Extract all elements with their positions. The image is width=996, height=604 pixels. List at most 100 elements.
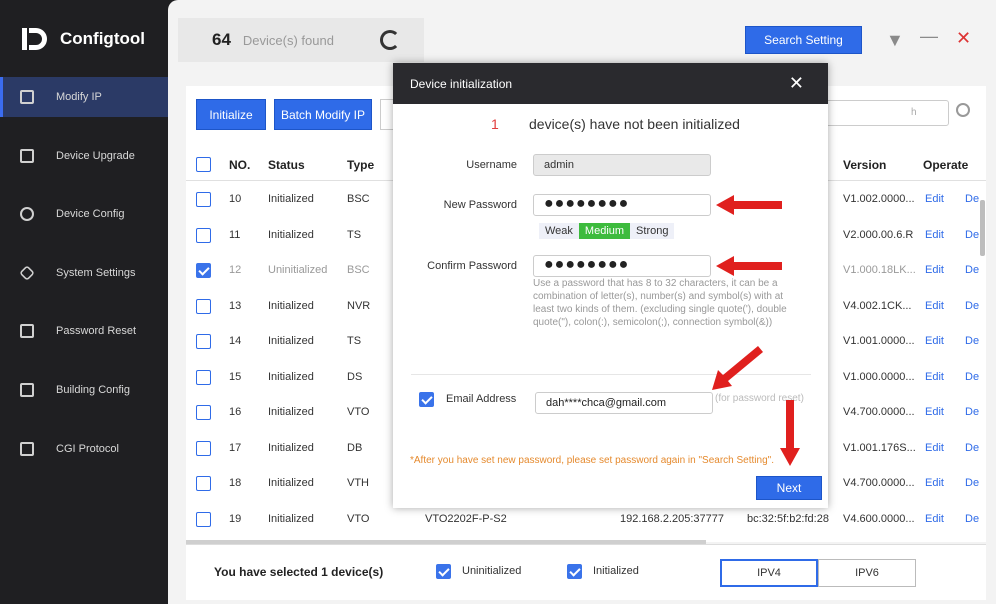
row-edit-link[interactable]: Edit	[925, 324, 944, 359]
row-delete-link[interactable]: De	[965, 395, 979, 430]
row-edit-link[interactable]: Edit	[925, 253, 944, 288]
building-icon	[20, 383, 34, 397]
row-delete-link[interactable]: De	[965, 253, 979, 288]
row-type: TS	[347, 228, 362, 241]
row-type: VTH	[347, 477, 369, 489]
initialize-button[interactable]: Initialize	[196, 99, 266, 130]
username-field: admin	[533, 154, 711, 176]
row-edit-link[interactable]: Edit	[925, 502, 944, 537]
row-delete-link[interactable]: De	[965, 466, 979, 501]
sidebar-item-device-config[interactable]: Device Config	[0, 194, 168, 234]
vertical-scrollbar[interactable]	[980, 200, 985, 256]
row-delete-link[interactable]: De	[965, 218, 979, 253]
email-label: Email Address	[446, 393, 517, 405]
initialized-filter-checkbox[interactable]	[567, 564, 582, 579]
sidebar-item-modify-ip[interactable]: Modify IP	[0, 77, 168, 117]
row-status: Initialized	[268, 512, 314, 525]
row-edit-link[interactable]: Edit	[925, 218, 944, 253]
confirm-password-label: Confirm Password	[427, 260, 517, 272]
row-checkbox[interactable]	[196, 334, 211, 349]
refresh-icon[interactable]	[380, 30, 400, 50]
username-label: Username	[466, 159, 517, 171]
sidebar-item-label: Device Upgrade	[56, 150, 135, 162]
row-delete-link[interactable]: De	[965, 324, 979, 359]
col-type[interactable]: Type	[347, 149, 374, 181]
row-checkbox[interactable]	[196, 440, 211, 456]
row-checkbox[interactable]	[196, 227, 211, 243]
sidebar-item-device-upgrade[interactable]: Device Upgrade	[0, 136, 168, 176]
row-checkbox[interactable]	[196, 511, 211, 527]
row-checkbox[interactable]	[196, 405, 211, 420]
col-status[interactable]: Status	[268, 149, 305, 181]
close-icon[interactable]: ✕	[956, 28, 971, 49]
red-arrow-icon	[780, 400, 800, 466]
row-edit-link[interactable]: Edit	[925, 289, 944, 324]
row-type: DS	[347, 370, 363, 383]
col-version[interactable]: Version	[843, 149, 886, 181]
row-delete-link[interactable]: De	[965, 360, 979, 395]
app-logo: Configtool	[20, 24, 145, 54]
search-setting-button[interactable]: Search Setting	[745, 26, 862, 54]
row-version: V1.000.0000...	[843, 370, 915, 383]
minimize-icon[interactable]: —	[920, 26, 938, 47]
row-delete-link[interactable]: De	[965, 502, 979, 537]
row-type: VTO	[347, 512, 370, 525]
red-arrow-icon	[716, 195, 782, 215]
row-no: 19	[229, 512, 242, 525]
sidebar-item-label: System Settings	[56, 267, 136, 279]
lock-icon	[20, 324, 34, 338]
dropdown-icon[interactable]: ▼	[886, 30, 904, 51]
uninitialized-filter-checkbox[interactable]	[436, 564, 451, 579]
sidebar-item-cgi-protocol[interactable]: CGI Protocol	[0, 429, 168, 469]
found-label: Device(s) found	[242, 32, 334, 48]
device-count: 64	[212, 30, 231, 49]
row-checkbox[interactable]	[196, 476, 211, 491]
sidebar-item-password-reset[interactable]: Password Reset	[0, 311, 168, 351]
row-status: Initialized	[268, 370, 314, 383]
row-checkbox[interactable]	[196, 192, 211, 207]
new-password-label: New Password	[443, 199, 517, 211]
tab-ipv4[interactable]: IPV4	[720, 559, 818, 587]
device-initialization-dialog: Device initialization ✕ 1 device(s) have…	[393, 63, 828, 508]
uninitialized-filter-label: Uninitialized	[462, 565, 522, 577]
confirm-password-field[interactable]: ●●●●●●●●	[533, 255, 711, 277]
row-checkbox[interactable]	[196, 298, 211, 314]
strength-medium: Medium	[578, 223, 631, 239]
row-status: Initialized	[268, 477, 314, 489]
upgrade-icon	[20, 149, 34, 163]
row-edit-link[interactable]: Edit	[925, 395, 944, 430]
strength-strong: Strong	[636, 225, 669, 237]
uninitialized-message: device(s) have not been initialized	[529, 116, 740, 132]
dialog-close-icon[interactable]: ✕	[789, 73, 804, 94]
dialog-header: Device initialization ✕	[393, 63, 828, 104]
row-edit-link[interactable]: Edit	[925, 431, 944, 466]
new-password-field[interactable]: ●●●●●●●●	[533, 194, 711, 216]
email-field[interactable]: dah****chca@gmail.com	[535, 392, 713, 414]
sidebar-item-system-settings[interactable]: System Settings	[0, 253, 168, 293]
row-edit-link[interactable]: Edit	[925, 182, 944, 217]
row-no: 14	[229, 335, 242, 347]
settings-icon	[19, 265, 35, 281]
row-checkbox[interactable]	[196, 263, 211, 278]
next-button[interactable]: Next	[756, 476, 822, 500]
row-delete-link[interactable]: De	[965, 182, 979, 217]
row-version: V1.001.176S...	[843, 441, 916, 454]
tab-ipv6[interactable]: IPV6	[818, 559, 916, 587]
email-checkbox[interactable]	[419, 392, 434, 407]
select-all-checkbox[interactable]	[196, 157, 211, 172]
row-delete-link[interactable]: De	[965, 431, 979, 466]
batch-modify-ip-button[interactable]: Batch Modify IP	[274, 99, 372, 130]
password-hint: Use a password that has 8 to 32 characte…	[533, 278, 787, 328]
row-checkbox[interactable]	[196, 369, 211, 385]
search-icon[interactable]	[956, 103, 970, 117]
row-version: V2.000.00.6.R	[843, 228, 914, 241]
uninitialized-count: 1	[491, 116, 499, 132]
row-delete-link[interactable]: De	[965, 289, 979, 324]
row-type: DB	[347, 441, 363, 454]
col-operate: Operate	[923, 158, 969, 172]
row-type: TS	[347, 335, 362, 347]
sidebar-item-building-config[interactable]: Building Config	[0, 370, 168, 410]
row-edit-link[interactable]: Edit	[925, 360, 944, 395]
row-edit-link[interactable]: Edit	[925, 466, 944, 501]
row-no: 15	[229, 370, 242, 383]
